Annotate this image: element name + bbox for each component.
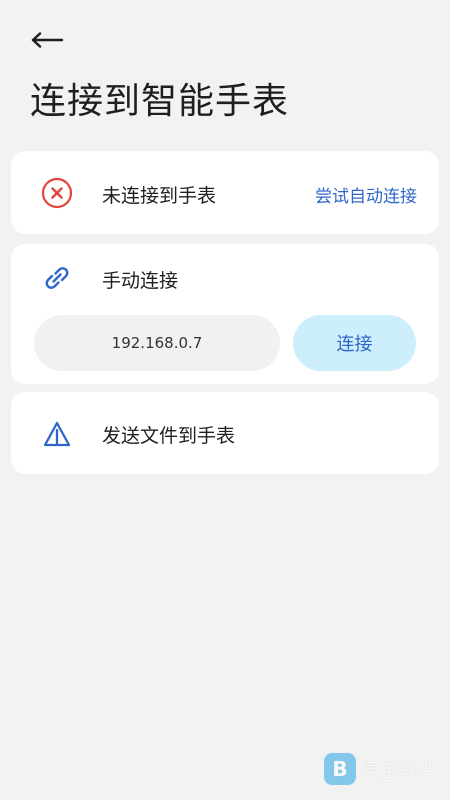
connection-status-text: 未连接到手表 xyxy=(102,185,217,207)
svg-text:B: B xyxy=(332,757,347,781)
link-icon xyxy=(39,260,75,296)
page-title: 连接到智能手表 xyxy=(30,81,290,122)
watermark-logo-icon: B xyxy=(324,753,356,785)
watermark: B 灵宝软件 xyxy=(323,752,437,786)
send-file-card[interactable]: 发送文件到手表 xyxy=(11,392,439,474)
ip-address-input[interactable] xyxy=(34,315,280,371)
connection-status-card: 未连接到手表 尝试自动连接 xyxy=(11,151,439,234)
send-triangle-icon xyxy=(39,416,75,452)
disconnected-x-icon xyxy=(39,175,75,211)
manual-connect-title: 手动连接 xyxy=(102,270,179,292)
manual-connect-card: 手动连接 连接 xyxy=(11,244,439,384)
watermark-text: 灵宝软件 xyxy=(361,759,438,782)
back-button[interactable] xyxy=(30,22,70,58)
arrow-left-icon xyxy=(31,32,64,48)
auto-connect-link[interactable]: 尝试自动连接 xyxy=(315,182,417,207)
connect-button[interactable]: 连接 xyxy=(293,315,416,371)
send-file-label: 发送文件到手表 xyxy=(102,425,236,447)
